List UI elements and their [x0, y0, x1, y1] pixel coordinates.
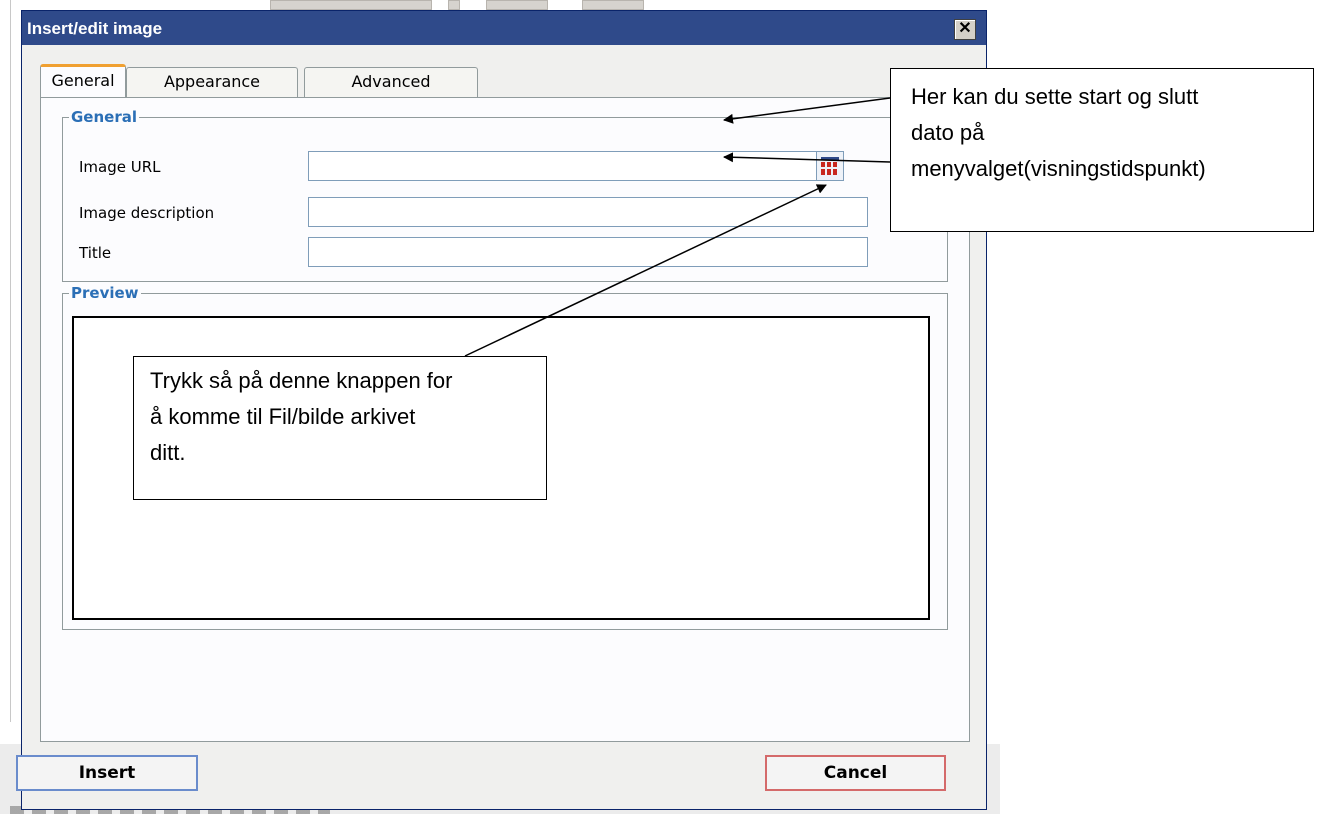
arrow-to-general-legend	[723, 97, 891, 124]
arrow-to-browse-button	[464, 184, 827, 357]
arrow-to-image-url	[723, 152, 891, 163]
annotation-arrows	[464, 97, 891, 357]
